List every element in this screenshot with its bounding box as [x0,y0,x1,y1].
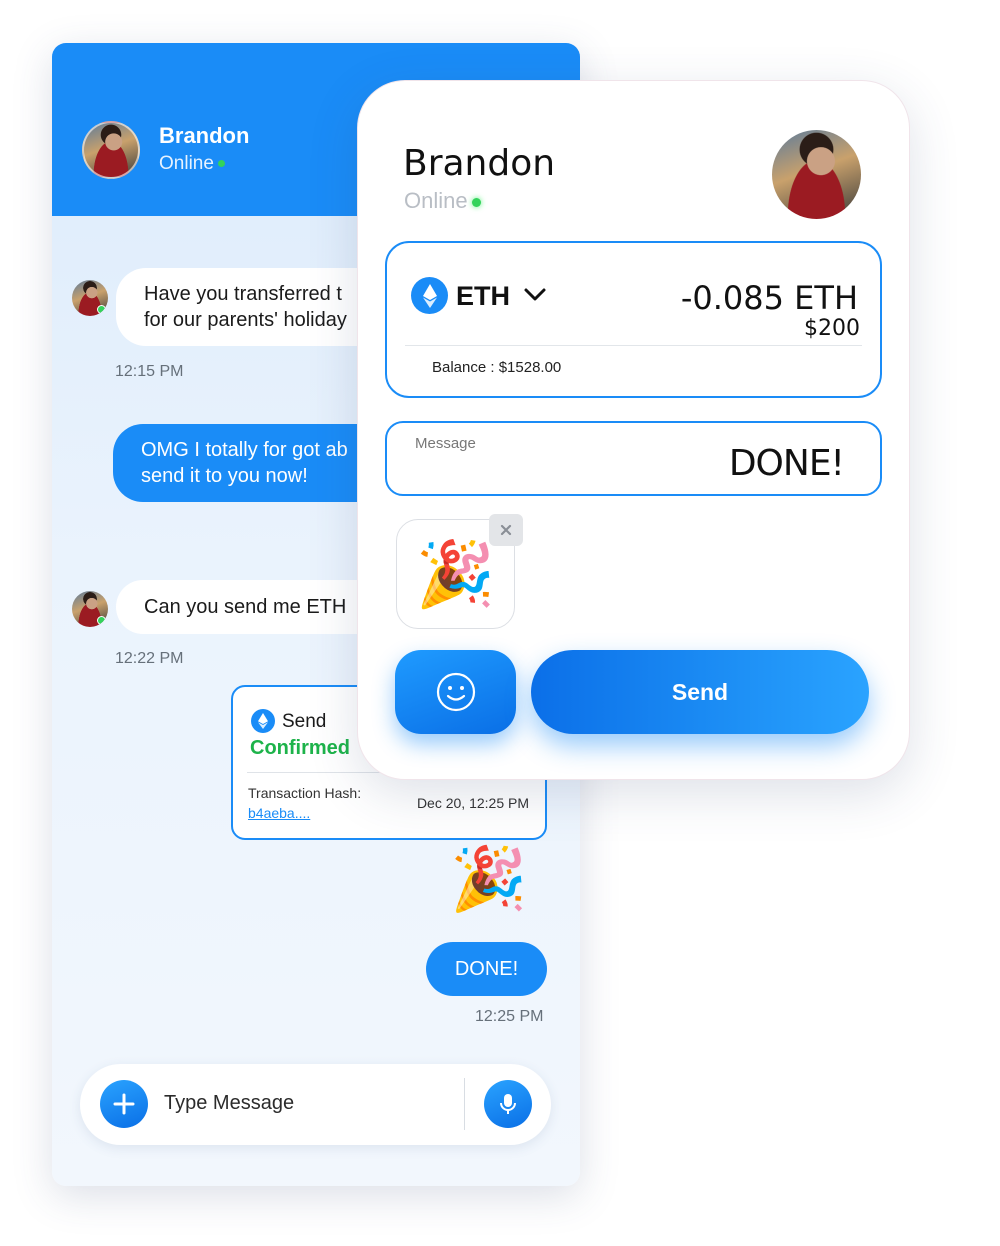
online-indicator-icon [471,197,481,207]
transaction-status: Confirmed [250,737,350,759]
contact-name: Brandon [159,123,250,148]
amount-eth-input[interactable]: -0.085 ETH [681,279,858,317]
message-field-value[interactable]: DONE! [729,443,845,484]
send-button[interactable]: Send [531,650,869,734]
contact-status-label: Online [159,153,214,174]
message-field[interactable]: Message DONE! [385,421,882,496]
voice-message-button[interactable] [484,1080,532,1128]
divider [464,1078,465,1130]
party-popper-sticker: 🎉 [450,845,528,914]
transaction-action: Send [282,711,327,732]
message-field-label: Message [415,435,476,452]
recipient-name: Brandon [403,143,556,184]
amount-usd: $200 [804,316,860,341]
message-timestamp: 12:15 PM [115,363,184,380]
emoji-picker-button[interactable] [395,650,516,734]
message-input[interactable]: Type Message [164,1092,294,1115]
contact-avatar[interactable] [82,121,140,179]
online-indicator-icon [217,160,225,168]
recipient-status: Online [404,188,481,214]
send-payment-card: Brandon Online ETH -0.085 ETH $200 Balan… [357,80,910,780]
recipient-status-label: Online [404,188,468,213]
party-popper-sticker: 🎉 [415,538,496,610]
transaction-hash-link[interactable]: b4aeba.... [248,805,310,821]
plus-icon [113,1093,135,1115]
wallet-balance: Balance : $1528.00 [432,359,562,376]
transaction-hash-label: Transaction Hash: [248,785,362,801]
chevron-down-icon[interactable] [523,287,547,303]
message-input-bar: Type Message [80,1064,551,1145]
remove-attachment-button[interactable] [489,514,523,546]
amount-panel: ETH -0.085 ETH $200 Balance : $1528.00 [385,241,882,398]
transaction-date: Dec 20, 12:25 PM [416,795,529,811]
microphone-icon [500,1094,516,1114]
close-icon [500,524,512,536]
message-avatar [72,591,108,627]
eth-icon [411,277,448,314]
message-timestamp: 12:25 PM [475,1008,544,1025]
divider [405,345,862,346]
add-attachment-button[interactable] [100,1080,148,1128]
message-timestamp: 12:22 PM [115,650,184,667]
token-selector[interactable]: ETH [456,281,510,312]
message-avatar [72,280,108,316]
message-bubble-outgoing: DONE! [426,942,547,996]
smiley-icon [436,672,475,712]
eth-icon [251,709,275,733]
message-text: DONE! [454,958,519,980]
recipient-avatar [772,130,861,219]
contact-status: Online [159,153,225,175]
